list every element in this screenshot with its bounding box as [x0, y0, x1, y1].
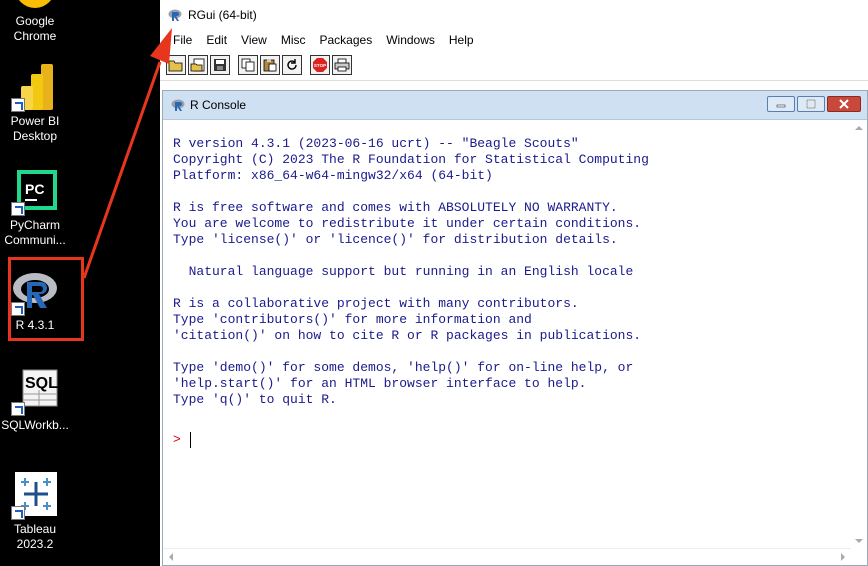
load-workspace-icon — [190, 58, 205, 72]
refresh-icon — [287, 59, 297, 70]
vertical-scrollbar[interactable] — [851, 120, 867, 549]
close-icon — [839, 99, 849, 109]
shortcut-arrow-icon — [11, 202, 25, 216]
console-prompt: > — [173, 432, 181, 447]
scroll-up-icon[interactable] — [851, 120, 867, 136]
menu-view[interactable]: View — [234, 33, 274, 47]
menu-file[interactable]: File — [166, 33, 199, 47]
console-output-area[interactable]: R version 4.3.1 (2023-06-16 ucrt) -- "Be… — [163, 120, 867, 549]
desktop-icon-pycharm[interactable]: PC PyCharm Communi... — [0, 168, 70, 248]
scroll-down-icon[interactable] — [851, 533, 867, 549]
desktop-icon-label: Tableau 2023.2 — [13, 522, 57, 551]
desktop-icon-sqlworkbench[interactable]: SQL SQLWorkb... — [0, 368, 70, 433]
load-workspace-button[interactable] — [188, 55, 208, 75]
restore-button[interactable] — [797, 96, 825, 112]
menu-packages[interactable]: Packages — [313, 33, 380, 47]
console-titlebar[interactable]: R Console — [163, 91, 867, 120]
r-console-window: R Console R version 4.3.1 (2023-06-16 uc… — [162, 90, 868, 566]
window-title: RGui (64-bit) — [188, 8, 257, 22]
pycharm-icon: PC — [11, 168, 59, 216]
desktop: Google Chrome Power BI Desktop PC PyChar… — [0, 0, 160, 566]
open-script-button[interactable] — [166, 55, 186, 75]
menu-bar: File Edit View Misc Packages Windows Hel… — [160, 30, 868, 50]
stop-button[interactable]: STOP — [310, 55, 330, 75]
r-logo-icon — [168, 9, 182, 21]
minimize-button[interactable] — [767, 96, 795, 112]
tableau-icon — [11, 472, 59, 520]
scroll-right-icon[interactable] — [835, 549, 851, 565]
horizontal-scrollbar[interactable] — [163, 548, 851, 565]
menu-windows[interactable]: Windows — [379, 33, 442, 47]
shortcut-arrow-icon — [11, 98, 25, 112]
sqlworkbench-icon: SQL — [11, 368, 59, 416]
scroll-left-icon[interactable] — [163, 549, 179, 565]
copy-paste-button[interactable] — [282, 55, 302, 75]
restore-icon — [806, 99, 816, 109]
desktop-icon-tableau[interactable]: Tableau 2023.2 — [0, 472, 70, 552]
menu-misc[interactable]: Misc — [274, 33, 313, 47]
printer-icon — [334, 58, 350, 72]
r-logo-icon — [171, 99, 185, 111]
desktop-icon-power-bi[interactable]: Power BI Desktop — [0, 64, 70, 144]
rgui-window: RGui (64-bit) File Edit View Misc Packag… — [160, 0, 868, 566]
copy-icon — [241, 58, 255, 72]
window-titlebar[interactable]: RGui (64-bit) — [160, 0, 868, 30]
desktop-icon-label: PyCharm Communi... — [4, 218, 66, 247]
chrome-icon — [11, 0, 59, 12]
annotation-highlight-box — [8, 257, 84, 341]
open-folder-icon — [168, 60, 183, 72]
svg-text:SQL: SQL — [25, 375, 58, 392]
desktop-icon-google-chrome[interactable]: Google Chrome — [0, 0, 70, 44]
save-workspace-button[interactable] — [210, 55, 230, 75]
save-icon — [214, 59, 226, 71]
mdi-client-area: R Console R version 4.3.1 (2023-06-16 uc… — [160, 82, 868, 566]
stop-icon: STOP — [313, 58, 327, 72]
menu-edit[interactable]: Edit — [199, 33, 234, 47]
print-button[interactable] — [332, 55, 352, 75]
desktop-icon-label: Google Chrome — [13, 14, 57, 43]
shortcut-arrow-icon — [11, 506, 25, 520]
desktop-icon-label: SQLWorkb... — [1, 418, 69, 432]
paste-button[interactable] — [260, 55, 280, 75]
copy-button[interactable] — [238, 55, 258, 75]
console-output-text: R version 4.3.1 (2023-06-16 ucrt) -- "Be… — [173, 136, 649, 407]
svg-text:PC: PC — [25, 181, 44, 197]
toolbar: STOP — [160, 50, 868, 81]
desktop-icon-label: Power BI Desktop — [10, 114, 60, 143]
console-title: R Console — [190, 98, 247, 112]
shortcut-arrow-icon — [11, 402, 25, 416]
menu-help[interactable]: Help — [442, 33, 481, 47]
text-cursor — [190, 432, 191, 448]
console-window-controls — [765, 96, 861, 112]
paste-icon — [263, 59, 277, 72]
minimize-icon — [776, 104, 786, 108]
power-bi-icon — [11, 64, 59, 112]
close-button[interactable] — [827, 96, 861, 112]
svg-text:STOP: STOP — [314, 63, 326, 68]
